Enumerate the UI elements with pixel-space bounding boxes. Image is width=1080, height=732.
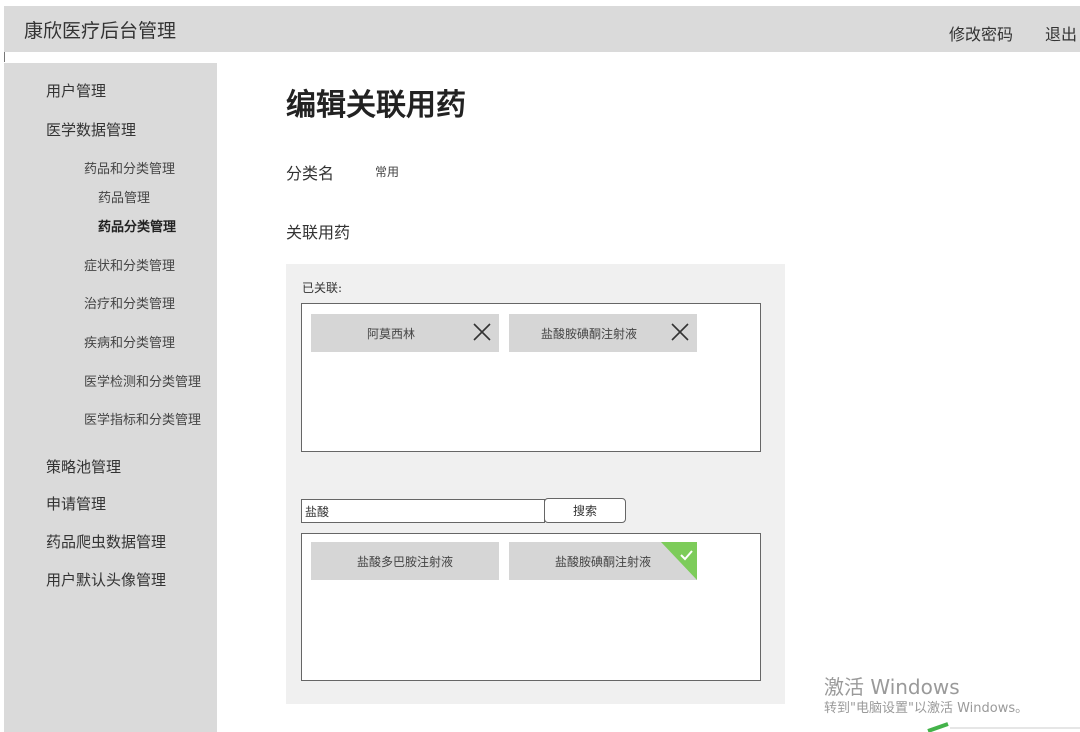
linked-drug-chip[interactable]: 盐酸胺碘酮注射液 bbox=[509, 314, 697, 352]
chip-label: 盐酸胺碘酮注射液 bbox=[540, 326, 637, 341]
sidebar-item-default-avatar[interactable]: 用户默认头像管理 bbox=[46, 569, 166, 590]
top-header: 康欣医疗后台管理 修改密码 退出 bbox=[4, 6, 1080, 52]
taskbar-edge-artifact bbox=[927, 722, 1080, 732]
sidebar-item-drug-crawler[interactable]: 药品爬虫数据管理 bbox=[46, 531, 166, 552]
linked-drug-chip[interactable]: 阿莫西林 bbox=[311, 314, 499, 352]
activation-watermark-title: 激活 Windows bbox=[824, 675, 960, 699]
page-title: 编辑关联用药 bbox=[286, 88, 466, 123]
sidebar-item-strategy-pool[interactable]: 策略池管理 bbox=[46, 456, 121, 477]
sidebar-item-drug[interactable]: 药品管理 bbox=[98, 187, 150, 206]
chip-label: 盐酸胺碘酮注射液 bbox=[554, 554, 651, 569]
sidebar-item-user-mgmt[interactable]: 用户管理 bbox=[46, 80, 106, 101]
sidebar-item-drug-category[interactable]: 药品和分类管理 bbox=[84, 158, 175, 177]
category-name-label: 分类名 bbox=[286, 164, 335, 183]
sidebar-item-treatment[interactable]: 治疗和分类管理 bbox=[84, 293, 175, 312]
chip-label: 盐酸多巴胺注射液 bbox=[356, 554, 453, 569]
sidebar-item-symptom[interactable]: 症状和分类管理 bbox=[84, 255, 175, 274]
window-edge-divider bbox=[4, 52, 5, 62]
sidebar-item-medical-data[interactable]: 医学数据管理 bbox=[46, 119, 136, 140]
sidebar-item-medical-indicator[interactable]: 医学指标和分类管理 bbox=[84, 409, 201, 428]
related-drugs-label: 关联用药 bbox=[286, 223, 351, 242]
search-result-chip[interactable]: 盐酸多巴胺注射液 bbox=[311, 542, 499, 580]
activation-watermark-subtitle: 转到"电脑设置"以激活 Windows。 bbox=[824, 701, 1029, 716]
sidebar: 用户管理 医学数据管理 药品和分类管理 药品管理 药品分类管理 症状和分类管理 … bbox=[4, 63, 217, 732]
change-password-link[interactable]: 修改密码 bbox=[949, 21, 1013, 45]
close-icon[interactable] bbox=[667, 319, 693, 345]
sidebar-item-disease[interactable]: 疾病和分类管理 bbox=[84, 332, 175, 351]
linked-caption: 已关联: bbox=[302, 281, 343, 295]
logout-link[interactable]: 退出 bbox=[1045, 21, 1077, 45]
app-title: 康欣医疗后台管理 bbox=[24, 20, 177, 42]
sidebar-item-application[interactable]: 申请管理 bbox=[46, 493, 106, 514]
chip-label: 阿莫西林 bbox=[366, 326, 415, 341]
check-icon bbox=[661, 542, 697, 580]
close-icon[interactable] bbox=[469, 319, 495, 345]
sidebar-item-medical-test[interactable]: 医学检测和分类管理 bbox=[84, 371, 201, 390]
search-result-chip-selected[interactable]: 盐酸胺碘酮注射液 bbox=[509, 542, 697, 580]
drug-search-input[interactable] bbox=[301, 499, 545, 523]
sidebar-item-drug-classification[interactable]: 药品分类管理 bbox=[98, 216, 176, 235]
search-button[interactable]: 搜索 bbox=[544, 498, 626, 523]
category-name-value: 常用 bbox=[375, 165, 400, 179]
